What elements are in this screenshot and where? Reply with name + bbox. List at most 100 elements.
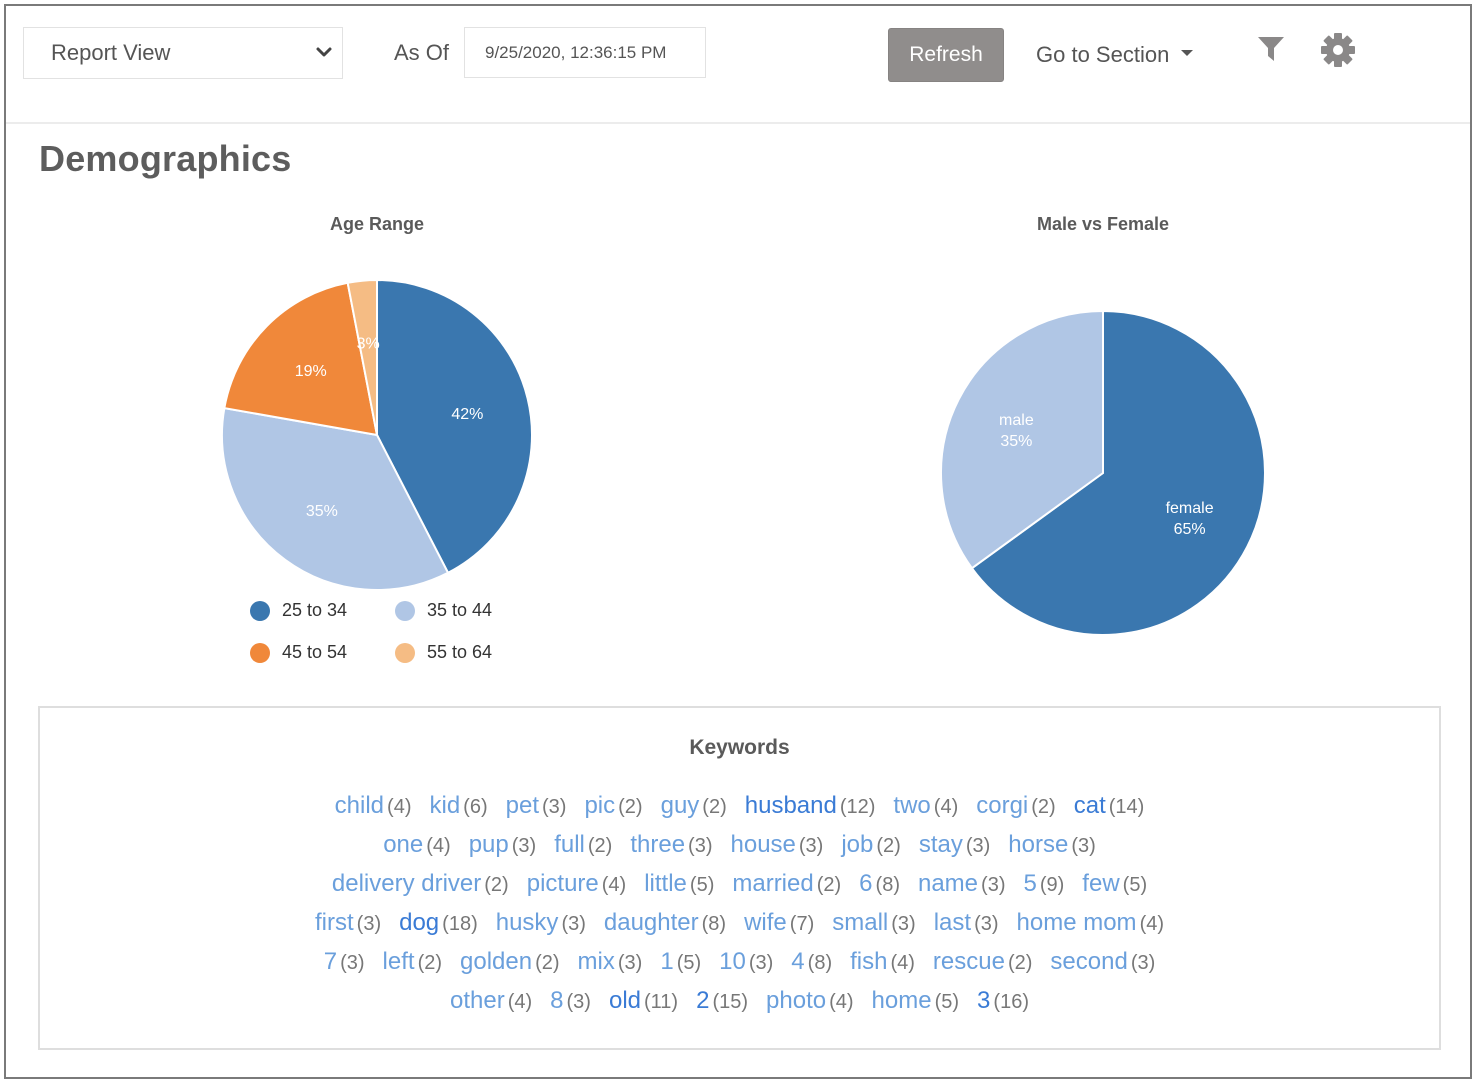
legend-label: 25 to 34 [282,600,348,620]
keyword-item[interactable]: golden (2) [460,948,560,976]
keyword-item[interactable]: 3 (16) [977,987,1029,1015]
keyword-word: other [450,987,505,1014]
keyword-count: (3) [1130,952,1156,974]
keyword-item[interactable]: full (2) [554,831,612,859]
keyword-item[interactable]: horse (3) [1008,831,1096,859]
keyword-item[interactable]: name (3) [918,870,1006,898]
keyword-word: 3 [977,987,991,1014]
keyword-item[interactable]: 10 (3) [719,948,773,976]
keyword-item[interactable]: guy (2) [661,792,727,820]
keyword-item[interactable]: 5 (9) [1023,870,1064,898]
keyword-count: (5) [1122,874,1148,896]
as-of-field[interactable]: 9/25/2020, 12:36:15 PM [464,27,706,78]
keyword-word: wife [744,909,787,936]
report-view-select[interactable]: Report View [23,27,343,79]
keyword-item[interactable]: left (2) [383,948,442,976]
keyword-word: first [314,909,354,936]
gear-icon[interactable] [1318,30,1358,70]
keyword-item[interactable]: 8 (3) [550,987,591,1015]
keyword-item[interactable]: home mom (4) [1017,909,1165,937]
keyword-item[interactable]: photo (4) [766,987,854,1015]
keyword-word: old [608,987,641,1014]
keyword-word: golden [460,948,533,975]
keyword-word: kid [429,792,461,819]
keyword-count: (2) [535,952,560,974]
keyword-item[interactable]: two (4) [893,792,958,820]
legend-swatch [395,642,415,663]
keyword-word: few [1082,870,1120,897]
legend-item-35-44[interactable]: 35 to 44 [395,600,492,621]
keyword-word: 10 [719,948,746,975]
keyword-item[interactable]: little (5) [644,870,714,898]
keyword-item[interactable]: first (3) [315,909,381,937]
keyword-item[interactable]: pup (3) [469,831,537,859]
keyword-word: photo [766,987,827,1014]
keyword-item[interactable]: job (2) [841,831,900,859]
keyword-item[interactable]: 6 (8) [859,870,900,898]
keyword-word: cat [1073,792,1106,819]
keyword-item[interactable]: cat (14) [1074,792,1145,820]
legend-item-55-64[interactable]: 55 to 64 [395,642,492,663]
keyword-word: 2 [696,987,710,1014]
keyword-item[interactable]: second (3) [1050,948,1155,976]
keyword-word: stay [918,831,963,858]
keyword-row: first (3) dog (18) husky (3) daughter (8) wife (7… [40,909,1439,937]
keyword-item[interactable]: pic (2) [584,792,642,820]
keyword-item[interactable]: delivery driver (2) [332,870,509,898]
keyword-item[interactable]: husky (3) [496,909,586,937]
keyword-word: delivery driver [331,870,482,897]
keyword-item[interactable]: three (3) [630,831,712,859]
keyword-item[interactable]: 2 (15) [696,987,748,1015]
keyword-item[interactable]: dog (18) [399,909,478,937]
keyword-item[interactable]: 1 (5) [660,948,701,976]
legend-item-25-34[interactable]: 25 to 34 [250,600,347,621]
refresh-button[interactable]: Refresh [888,28,1004,82]
keyword-item[interactable]: husband (12) [745,792,876,820]
keyword-item[interactable]: fish (4) [850,948,915,976]
report-view-value: Report View [51,40,171,65]
gender-chart-title: Male vs Female [1036,214,1170,234]
keyword-word: fish [850,948,888,975]
keyword-item[interactable]: one (4) [383,831,451,859]
keyword-item[interactable]: other (4) [450,987,532,1015]
keyword-item[interactable]: 7 (3) [324,948,365,976]
keyword-item[interactable]: child (4) [335,792,412,820]
keyword-item[interactable]: house (3) [731,831,824,859]
keyword-item[interactable]: mix (3) [578,948,643,976]
keyword-item[interactable]: stay (3) [919,831,990,859]
keyword-count: (3) [356,913,382,935]
keyword-item[interactable]: picture (4) [527,870,627,898]
keyword-item[interactable]: married (2) [732,870,841,898]
as-of-value: 9/25/2020, 12:36:15 PM [485,42,667,62]
keyword-item[interactable]: small (3) [832,909,915,937]
keyword-item[interactable]: 4 (8) [791,948,832,976]
keyword-item[interactable]: home (5) [872,987,960,1015]
keyword-item[interactable]: kid (6) [429,792,487,820]
keyword-count: (3) [965,835,991,857]
keyword-count: (4) [601,874,627,896]
keyword-item[interactable]: rescue (2) [933,948,1033,976]
keyword-count: (3) [891,913,916,935]
keyword-count: (12) [839,796,876,818]
go-to-section-dropdown[interactable]: Go to Section [1036,42,1194,68]
keyword-item[interactable]: pet (3) [506,792,567,820]
keyword-item[interactable]: few (5) [1082,870,1147,898]
keyword-item[interactable]: last (3) [934,909,999,937]
keyword-item[interactable]: daughter (8) [604,909,726,937]
keyword-word: little [644,870,687,897]
keyword-count: (3) [974,913,999,935]
keyword-item[interactable]: wife (7) [744,909,814,937]
keyword-word: picture [526,870,599,897]
keyword-item[interactable]: corgi (2) [976,792,1055,820]
keyword-word: rescue [932,948,1005,975]
keyword-item[interactable]: old (11) [609,987,678,1015]
keyword-count: (3) [798,835,824,857]
filter-icon[interactable] [1256,34,1286,64]
keyword-word: one [383,831,424,858]
legend-item-45-54[interactable]: 45 to 54 [250,642,347,663]
keyword-count: (16) [993,991,1029,1013]
keyword-word: last [933,909,972,936]
keyword-word: two [893,792,931,819]
keyword-count: (14) [1108,796,1145,818]
keyword-count: (4) [829,991,854,1013]
